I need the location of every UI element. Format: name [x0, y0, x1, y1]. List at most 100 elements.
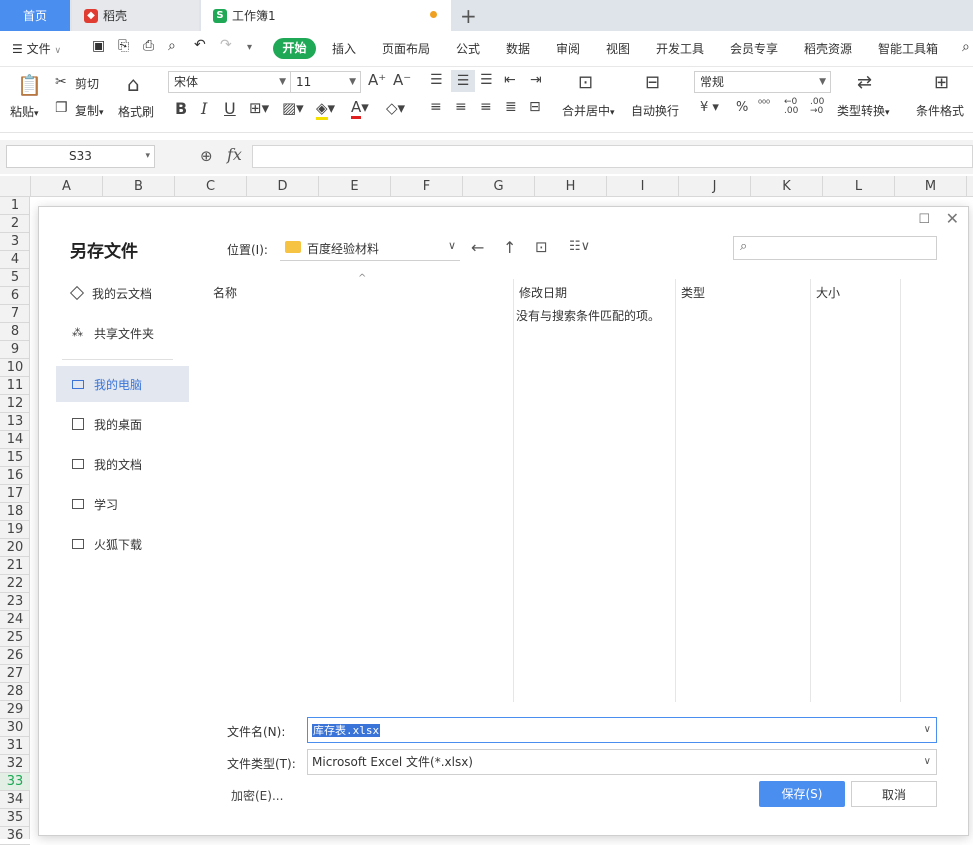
column-header-b[interactable]: B	[103, 176, 175, 197]
decrease-decimal-icon[interactable]: .00 →0	[810, 98, 824, 116]
column-header-f[interactable]: F	[391, 176, 463, 197]
row-header-5[interactable]: 5	[0, 269, 30, 287]
row-header-18[interactable]: 18	[0, 503, 30, 521]
currency-icon[interactable]: ¥ ▾	[700, 100, 719, 115]
row-header-14[interactable]: 14	[0, 431, 30, 449]
justify-icon[interactable]: ≣	[505, 99, 517, 115]
row-header-8[interactable]: 8	[0, 323, 30, 341]
tab-member[interactable]: 会员专享	[730, 40, 778, 57]
row-header-29[interactable]: 29	[0, 701, 30, 719]
tab-docer-resources[interactable]: 稻壳资源	[804, 40, 852, 57]
tab-start[interactable]: 开始	[273, 38, 316, 59]
new-folder-icon[interactable]: ⊡	[535, 238, 548, 256]
row-header-21[interactable]: 21	[0, 557, 30, 575]
tab-data[interactable]: 数据	[506, 40, 530, 57]
column-header-g[interactable]: G	[463, 176, 535, 197]
row-header-19[interactable]: 19	[0, 521, 30, 539]
indent-decrease-icon[interactable]: ⇤	[504, 72, 516, 88]
column-header-name[interactable]: 名称	[213, 284, 237, 301]
row-header-34[interactable]: 34	[0, 791, 30, 809]
clear-format-icon[interactable]: ◇▾	[386, 99, 405, 117]
row-header-16[interactable]: 16	[0, 467, 30, 485]
back-arrow-icon[interactable]: ←	[471, 238, 484, 257]
align-center-icon[interactable]: ≡	[455, 99, 467, 115]
tab-formula[interactable]: 公式	[456, 40, 480, 57]
file-list[interactable]: ^ 名称 修改日期 类型 大小 没有与搜索条件匹配的项。	[205, 273, 901, 704]
tab-view[interactable]: 视图	[606, 40, 630, 57]
formula-input[interactable]	[252, 145, 973, 168]
name-box[interactable]: S33 ▾	[6, 145, 155, 168]
save-button[interactable]: 保存(S)	[759, 781, 845, 807]
align-top-icon[interactable]: ☰	[430, 72, 443, 88]
sidebar-item-shared[interactable]: ⁂ 共享文件夹	[56, 315, 189, 351]
row-header-28[interactable]: 28	[0, 683, 30, 701]
row-header-24[interactable]: 24	[0, 611, 30, 629]
tab-review[interactable]: 审阅	[556, 40, 580, 57]
font-family-select[interactable]: 宋体 ▼	[168, 71, 291, 93]
column-header-d[interactable]: D	[247, 176, 319, 197]
tab-page-layout[interactable]: 页面布局	[382, 40, 430, 57]
file-menu[interactable]: ☰ 文件 ∨	[12, 40, 61, 57]
sidebar-item-firefox-downloads[interactable]: 火狐下载	[56, 526, 189, 562]
column-header-size[interactable]: 大小	[816, 284, 840, 301]
row-header-36[interactable]: 36	[0, 827, 30, 845]
row-header-22[interactable]: 22	[0, 575, 30, 593]
thousands-separator-icon[interactable]: ⁰⁰⁰	[758, 99, 770, 110]
cut-button[interactable]: 剪切	[75, 75, 99, 92]
print-icon[interactable]: ⎙	[143, 38, 154, 54]
row-header-31[interactable]: 31	[0, 737, 30, 755]
wrap-text-button[interactable]: 自动换行	[631, 102, 679, 119]
sidebar-item-study[interactable]: 学习	[56, 486, 189, 522]
undo-icon[interactable]: ↶	[194, 37, 206, 53]
column-header-e[interactable]: E	[319, 176, 391, 197]
sidebar-item-my-computer[interactable]: 我的电脑	[56, 366, 189, 402]
print-preview-icon[interactable]: ⌕	[168, 38, 176, 54]
zoom-icon[interactable]: ⊕	[200, 147, 213, 165]
quick-access-dropdown-icon[interactable]: ▾	[247, 42, 252, 53]
align-bottom-icon[interactable]: ☰	[480, 72, 493, 88]
increase-font-icon[interactable]: A⁺	[368, 71, 386, 89]
row-header-25[interactable]: 25	[0, 629, 30, 647]
align-right-icon[interactable]: ≡	[480, 99, 492, 115]
tab-insert[interactable]: 插入	[332, 40, 356, 57]
encrypt-link[interactable]: 加密(E)...	[231, 787, 283, 804]
italic-icon[interactable]: I	[201, 99, 207, 118]
function-icon[interactable]: fx	[227, 145, 242, 164]
row-header-12[interactable]: 12	[0, 395, 30, 413]
percent-icon[interactable]: %	[736, 100, 748, 115]
filename-input[interactable]: 库存表.xlsx ∨	[307, 717, 937, 743]
row-header-26[interactable]: 26	[0, 647, 30, 665]
column-header-j[interactable]: J	[679, 176, 751, 197]
tab-workbook[interactable]: S 工作簿1	[201, 0, 451, 31]
up-arrow-icon[interactable]: ↑	[503, 238, 516, 257]
fill-pattern-icon[interactable]: ▨▾	[282, 99, 304, 117]
column-header-c[interactable]: C	[175, 176, 247, 197]
indent-increase-icon[interactable]: ⇥	[530, 72, 542, 88]
row-header-32[interactable]: 32	[0, 755, 30, 773]
row-header-11[interactable]: 11	[0, 377, 30, 395]
redo-icon[interactable]: ↷	[220, 37, 232, 53]
row-header-1[interactable]: 1	[0, 197, 30, 215]
column-header-modified[interactable]: 修改日期	[519, 284, 567, 301]
format-painter-button[interactable]: 格式刷	[118, 103, 154, 120]
row-header-35[interactable]: 35	[0, 809, 30, 827]
underline-icon[interactable]: U	[224, 99, 236, 118]
tab-developer[interactable]: 开发工具	[656, 40, 704, 57]
align-left-icon[interactable]: ≡	[430, 99, 442, 115]
merge-center-button[interactable]: 合并居中▾	[562, 102, 615, 119]
search-input[interactable]: ⌕	[733, 236, 937, 260]
column-header-i[interactable]: I	[607, 176, 679, 197]
row-header-3[interactable]: 3	[0, 233, 30, 251]
row-header-30[interactable]: 30	[0, 719, 30, 737]
border-icon[interactable]: ⊞▾	[249, 99, 269, 117]
sidebar-item-documents[interactable]: 我的文档	[56, 446, 189, 482]
distribute-icon[interactable]: ⊟	[529, 99, 541, 115]
row-header-10[interactable]: 10	[0, 359, 30, 377]
close-icon[interactable]: ✕	[946, 209, 959, 228]
decrease-font-icon[interactable]: A⁻	[393, 71, 411, 89]
row-header-23[interactable]: 23	[0, 593, 30, 611]
align-middle-icon[interactable]: ☰	[451, 70, 475, 92]
tab-home[interactable]: 首页	[0, 0, 70, 31]
location-select[interactable]: 百度经验材料 ∨	[280, 235, 460, 261]
filetype-select[interactable]: Microsoft Excel 文件(*.xlsx) ∨	[307, 749, 937, 775]
